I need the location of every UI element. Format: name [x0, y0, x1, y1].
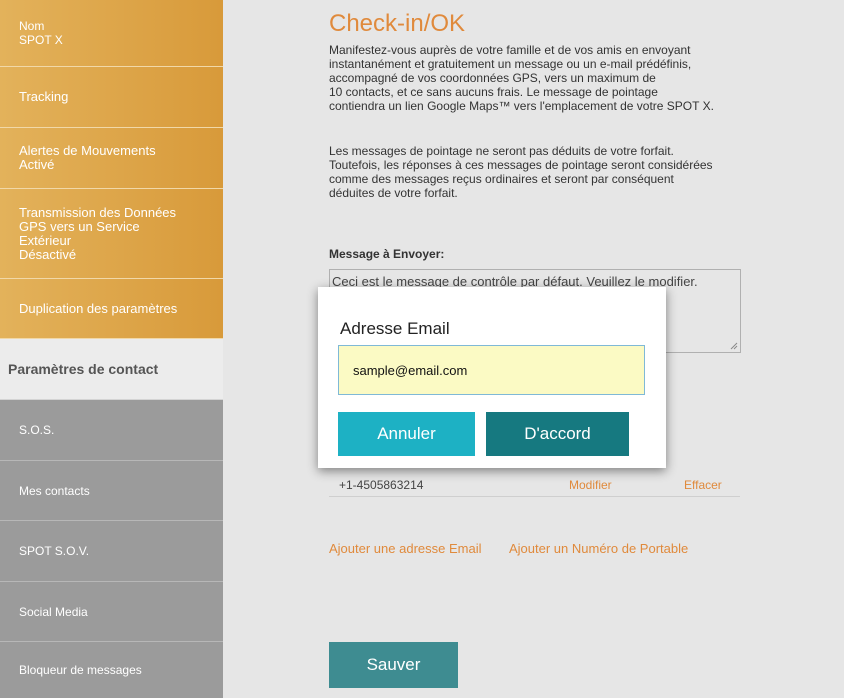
sidebar-item-label: Duplication des paramètres: [19, 300, 178, 316]
sidebar-item-duplicate-settings[interactable]: Duplication des paramètres: [0, 279, 223, 339]
sidebar-item-gps-transmission[interactable]: Transmission des Données GPS vers un Ser…: [0, 189, 223, 279]
sidebar-item-label: Mes contacts: [19, 483, 90, 498]
modify-contact-link[interactable]: Modifier: [569, 478, 612, 492]
add-phone-link[interactable]: Ajouter un Numéro de Portable: [509, 541, 688, 556]
email-input[interactable]: [338, 345, 645, 395]
dialog-title: Adresse Email: [340, 319, 450, 338]
sidebar-item-spot-sov[interactable]: SPOT S.O.V.: [0, 521, 223, 582]
sidebar-item-contact-settings[interactable]: Paramètres de contact: [0, 339, 223, 400]
sidebar-item-motion-alerts[interactable]: Alertes de Mouvements Activé: [0, 128, 223, 189]
sidebar-item-social-media[interactable]: Social Media: [0, 582, 223, 642]
sidebar-item-label: S.O.S.: [19, 423, 55, 437]
resize-handle-icon[interactable]: [730, 342, 738, 350]
save-button[interactable]: Sauver: [329, 642, 458, 688]
message-label: Message à Envoyer:: [329, 247, 445, 261]
sidebar-item-value: SPOT X: [19, 33, 63, 47]
sidebar-item-label: Alertes de Mouvements: [19, 143, 156, 158]
sidebar-item-label: Paramètres de contact: [8, 361, 159, 377]
sidebar-item-sos[interactable]: S.O.S.: [0, 400, 223, 461]
email-dialog: Adresse Email Annuler D'accord: [318, 287, 666, 468]
description-paragraph: Manifestez-vous auprès de votre famille …: [329, 43, 714, 113]
sidebar-item-label: Social Media: [19, 604, 88, 619]
contact-phone-number: +1-4505863214: [339, 478, 424, 492]
add-email-link[interactable]: Ajouter une adresse Email: [329, 541, 481, 556]
sidebar-item-label: Tracking: [19, 89, 69, 104]
cancel-button[interactable]: Annuler: [338, 412, 475, 456]
page-title: Check-in/OK: [329, 10, 466, 37]
sidebar-item-label: Bloqueur de messages: [19, 663, 142, 677]
sidebar-item-my-contacts[interactable]: Mes contacts: [0, 461, 223, 521]
sidebar-item-label: Nom: [19, 19, 45, 33]
sidebar-item-value: Activé: [19, 157, 55, 172]
sidebar-item-value: Désactivé: [19, 246, 77, 262]
sidebar-item-tracking[interactable]: Tracking: [0, 67, 223, 128]
sidebar: Nom SPOT X Tracking Alertes de Mouvement…: [0, 0, 223, 698]
delete-contact-link[interactable]: Effacer: [684, 478, 722, 492]
sidebar-item-label: Transmission des Données: [19, 204, 177, 220]
contact-row: +1-4505863214 Modifier Effacer: [329, 476, 740, 497]
billing-note-paragraph: Les messages de pointage ne seront pas d…: [329, 144, 713, 200]
sidebar-item-label: Extérieur: [19, 232, 72, 248]
sidebar-item-label: SPOT S.O.V.: [19, 544, 90, 558]
sidebar-item-label: GPS vers un Service: [19, 218, 140, 234]
ok-button[interactable]: D'accord: [486, 412, 629, 456]
sidebar-item-name[interactable]: Nom SPOT X: [0, 0, 223, 67]
sidebar-item-message-blocker[interactable]: Bloqueur de messages: [0, 642, 223, 698]
